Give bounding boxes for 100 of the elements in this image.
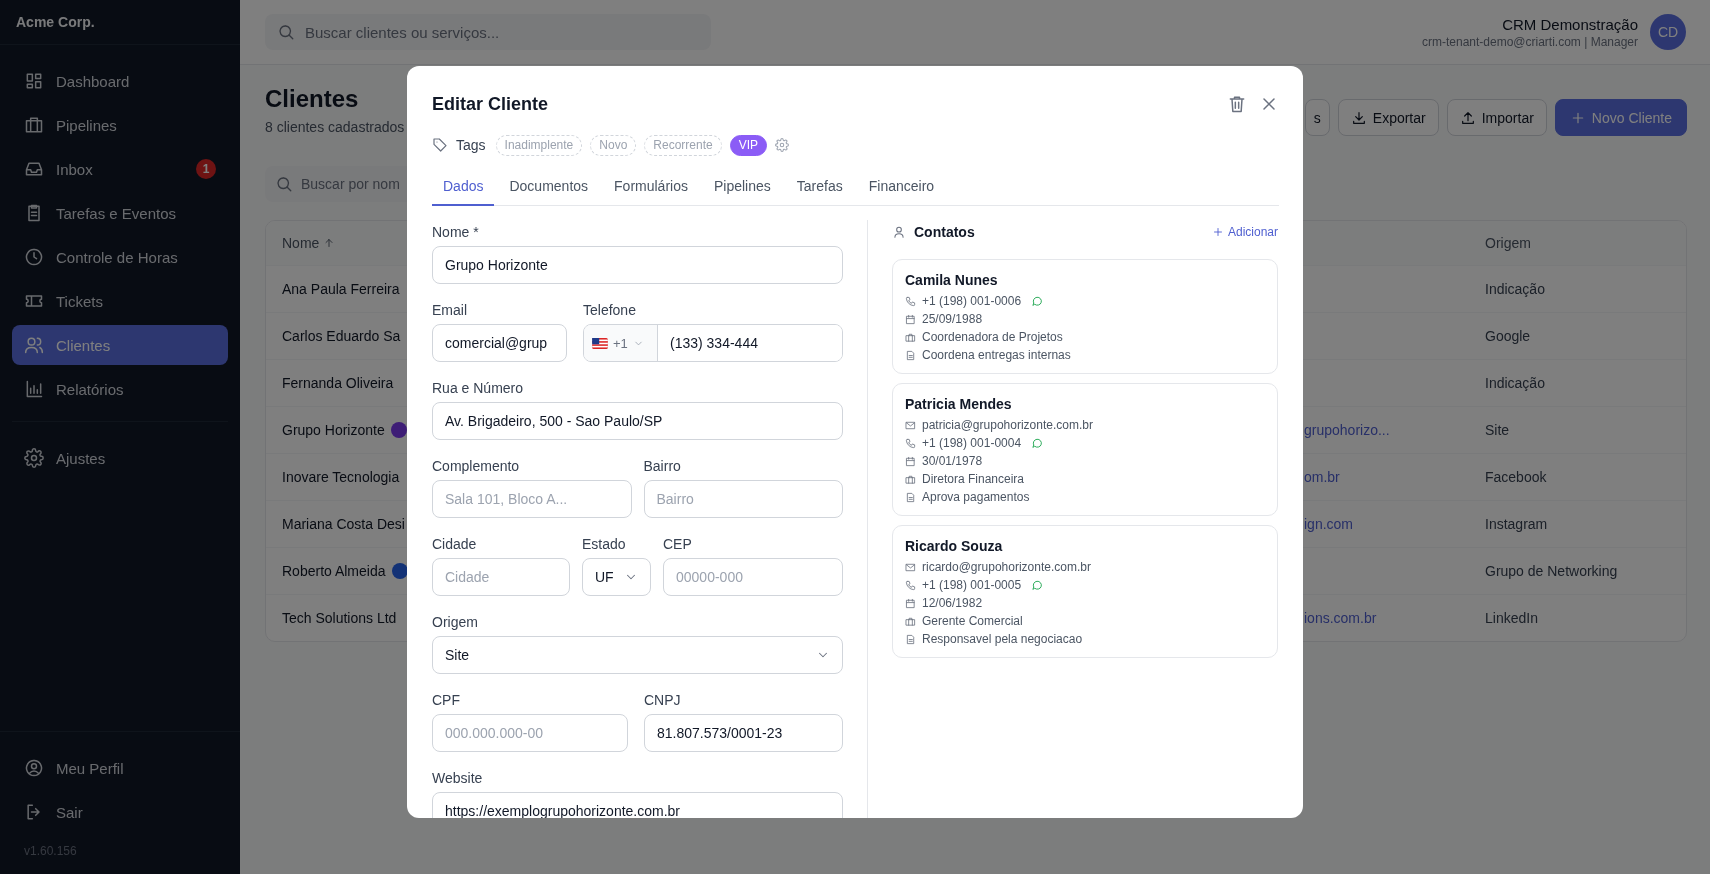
country-code-selector[interactable]: +1 — [584, 325, 658, 361]
contact-card[interactable]: Ricardo Souza ricardo@grupohorizonte.com.br +1 (198) 001-0005 12/06/1982 Gerente Comercial Responsavel pela negociacao — [892, 525, 1278, 658]
tag-chip[interactable]: VIP — [729, 134, 768, 156]
contact-detail: 25/09/1988 — [922, 311, 983, 327]
flag-icon — [592, 337, 608, 349]
table-cell: Grupo Horizonte — [282, 422, 385, 438]
input-field[interactable]: 81.807.573/0001-23 — [644, 714, 843, 752]
input-field[interactable]: Grupo Horizonte — [432, 246, 843, 284]
input-field[interactable]: 00000-000 — [663, 558, 843, 596]
briefcase-icon — [905, 331, 916, 343]
contact-card[interactable]: Patricia Mendes patricia@grupohorizonte.com.br +1 (198) 001-0004 30/01/1978 Diretora Financeira Aprova pagamentos — [892, 383, 1278, 516]
input-field[interactable]: 000.000.000-00 — [432, 714, 628, 752]
calendar-icon — [905, 455, 916, 467]
column-header[interactable]: Origem — [1485, 235, 1686, 251]
sidebar-item[interactable]: Relatórios — [12, 369, 228, 409]
email-link[interactable]: ign.com — [1301, 516, 1354, 532]
tab[interactable]: Dados — [432, 168, 495, 206]
sidebar-item[interactable]: Inbox 1 — [12, 149, 228, 189]
phone-field[interactable]: +1 (133) 334-444 — [583, 324, 843, 362]
download-icon — [1350, 109, 1367, 126]
phone-icon — [905, 579, 916, 591]
field-label: CNPJ — [644, 691, 682, 710]
inbox-icon — [24, 159, 44, 179]
table-cell: Carlos Eduardo Sa — [282, 328, 401, 344]
tab[interactable]: Tarefas — [785, 168, 854, 206]
account-detail: crm-tenant-demo@criarti.com | Manager — [1421, 34, 1638, 49]
tab[interactable]: Financeiro — [857, 168, 946, 206]
contacts-title: Contatos — [914, 224, 975, 240]
contact-detail: Gerente Comercial — [922, 613, 1023, 629]
contact-detail: Diretora Financeira — [922, 471, 1025, 487]
search-field[interactable]: Buscar clientes ou serviços... — [265, 14, 711, 50]
table-cell-text: Indicação — [1485, 375, 1546, 391]
add-contact-link[interactable]: Adicionar — [1211, 225, 1278, 239]
table-cell-text: Instagram — [1485, 516, 1549, 532]
table-cell-text: Facebook — [1485, 469, 1548, 485]
select-field[interactable]: Site — [432, 636, 843, 674]
users-icon — [24, 335, 44, 355]
briefcase-icon — [24, 115, 44, 135]
contact-detail: patricia@grupohorizonte.com.br — [922, 417, 1093, 433]
sidebar-item[interactable]: Sair — [12, 792, 228, 832]
chat-bubble-icon[interactable] — [1031, 579, 1044, 591]
tag-icon — [432, 137, 448, 153]
toolbar-button[interactable]: Exportar — [1337, 99, 1439, 136]
sidebar-item[interactable]: Tarefas e Eventos — [12, 193, 228, 233]
sidebar-item[interactable]: Dashboard — [12, 61, 228, 101]
calendar-icon — [905, 597, 916, 609]
user-icon — [892, 225, 906, 239]
trash-icon[interactable] — [1227, 94, 1247, 114]
table-cell: Roberto Almeida — [282, 563, 386, 579]
input-field[interactable]: Bairro — [643, 480, 843, 518]
toolbar-button[interactable]: Importar — [1446, 99, 1547, 136]
account-name: CRM Demonstração — [1502, 15, 1638, 33]
table-cell-text: Google — [1485, 328, 1532, 344]
document-icon — [905, 633, 916, 645]
table-cell: Fernanda Oliveira — [282, 375, 394, 391]
contact-name: Patricia Mendes — [905, 396, 1013, 412]
contact-card[interactable]: Camila Nunes +1 (198) 001-0006 25/09/1988 Coordenadora de Projetos Coordena entregas internas — [892, 259, 1278, 374]
tag-chip[interactable]: Inadimplente — [495, 134, 583, 156]
sidebar-item[interactable]: Ajustes — [12, 438, 228, 478]
contact-detail: +1 (198) 001-0005 — [922, 577, 1022, 593]
field-label: Cidade — [432, 535, 478, 554]
chat-bubble-icon[interactable] — [1031, 437, 1044, 449]
tab[interactable]: Pipelines — [702, 168, 782, 206]
tab[interactable]: Documentos — [498, 168, 600, 206]
chat-bubble-icon[interactable] — [1031, 295, 1044, 307]
select-field[interactable]: UF — [582, 558, 651, 596]
input-field[interactable]: comercial@grup — [432, 324, 567, 362]
table-cell: Tech Solutions Ltd — [282, 610, 397, 626]
page-title: Clientes — [265, 85, 360, 113]
toolbar-button[interactable]: s — [1304, 99, 1330, 136]
input-field[interactable]: Cidade — [432, 558, 570, 596]
plus-icon — [1211, 226, 1224, 238]
contact-name: Camila Nunes — [905, 272, 999, 288]
input-field[interactable]: Av. Brigadeiro, 500 - Sao Paulo/SP — [432, 402, 843, 440]
sidebar-item[interactable]: Meu Perfil — [12, 748, 228, 788]
tag-chip[interactable]: Recorrente — [644, 134, 722, 156]
sidebar-item[interactable]: Controle de Horas — [12, 237, 228, 277]
email-link[interactable]: ions.com.br — [1301, 610, 1377, 626]
contact-detail: Responsavel pela negociacao — [922, 631, 1083, 647]
input-field[interactable]: Sala 101, Bloco A... — [432, 480, 632, 518]
field-label: Email — [432, 301, 468, 320]
email-link[interactable]: om.br — [1301, 469, 1340, 485]
email-link[interactable]: grupohorizo... — [1301, 422, 1390, 438]
sidebar-item[interactable]: Tickets — [12, 281, 228, 321]
input-field[interactable]: https://exemplogrupohorizonte.com.br — [432, 792, 843, 818]
tag-chip[interactable]: Novo — [590, 134, 637, 156]
contact-detail: 12/06/1982 — [922, 595, 983, 611]
tab[interactable]: Formulários — [603, 168, 699, 206]
tags-label: Tags — [456, 137, 486, 153]
calendar-icon — [905, 313, 916, 325]
settings-icon[interactable] — [775, 138, 790, 152]
sidebar-item[interactable]: Pipelines — [12, 105, 228, 145]
notification-badge: 1 — [196, 159, 216, 179]
avatar[interactable]: CD — [1650, 14, 1686, 50]
mail-icon — [905, 561, 916, 573]
table-cell-text: LinkedIn — [1485, 610, 1539, 626]
new-client-button[interactable]: Novo Cliente — [1554, 99, 1687, 136]
phone-icon — [905, 295, 916, 307]
page-subtitle: 8 clientes cadastrados — [265, 119, 405, 135]
sidebar-item[interactable]: Clientes — [12, 325, 228, 365]
